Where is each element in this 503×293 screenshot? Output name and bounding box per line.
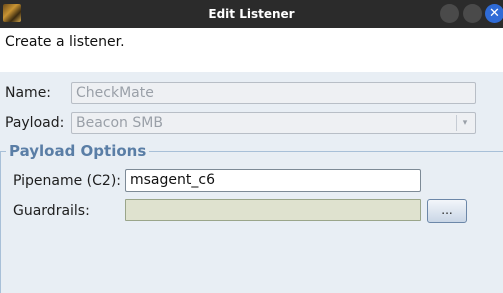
guardrails-field[interactable] — [125, 199, 421, 221]
close-button[interactable]: ✕ — [485, 4, 503, 23]
description-text: Create a listener. — [5, 34, 125, 50]
guardrails-label: Guardrails: — [13, 203, 90, 219]
payload-options-title: Payload Options — [6, 142, 150, 160]
title-bar: Edit Listener ✕ — [0, 0, 503, 28]
payload-label: Payload: — [5, 115, 65, 131]
pipename-input[interactable]: msagent_c6 — [125, 169, 421, 192]
pipename-label: Pipename (C2): — [13, 173, 122, 189]
payload-select-value: Beacon SMB — [76, 115, 163, 131]
edit-listener-window: Edit Listener ✕ Create a listener. Name:… — [0, 0, 503, 293]
payload-select[interactable]: Beacon SMB ▾ — [71, 112, 476, 134]
guardrails-browse-button[interactable]: ... — [427, 199, 467, 223]
name-label: Name: — [5, 85, 52, 101]
maximize-button[interactable] — [463, 4, 482, 23]
description-panel: Create a listener. — [0, 28, 503, 72]
minimize-button[interactable] — [440, 4, 459, 23]
name-field[interactable]: CheckMate — [71, 82, 476, 104]
chevron-down-icon[interactable]: ▾ — [456, 115, 473, 131]
section-border — [0, 151, 1, 293]
window-title: Edit Listener — [208, 7, 295, 21]
